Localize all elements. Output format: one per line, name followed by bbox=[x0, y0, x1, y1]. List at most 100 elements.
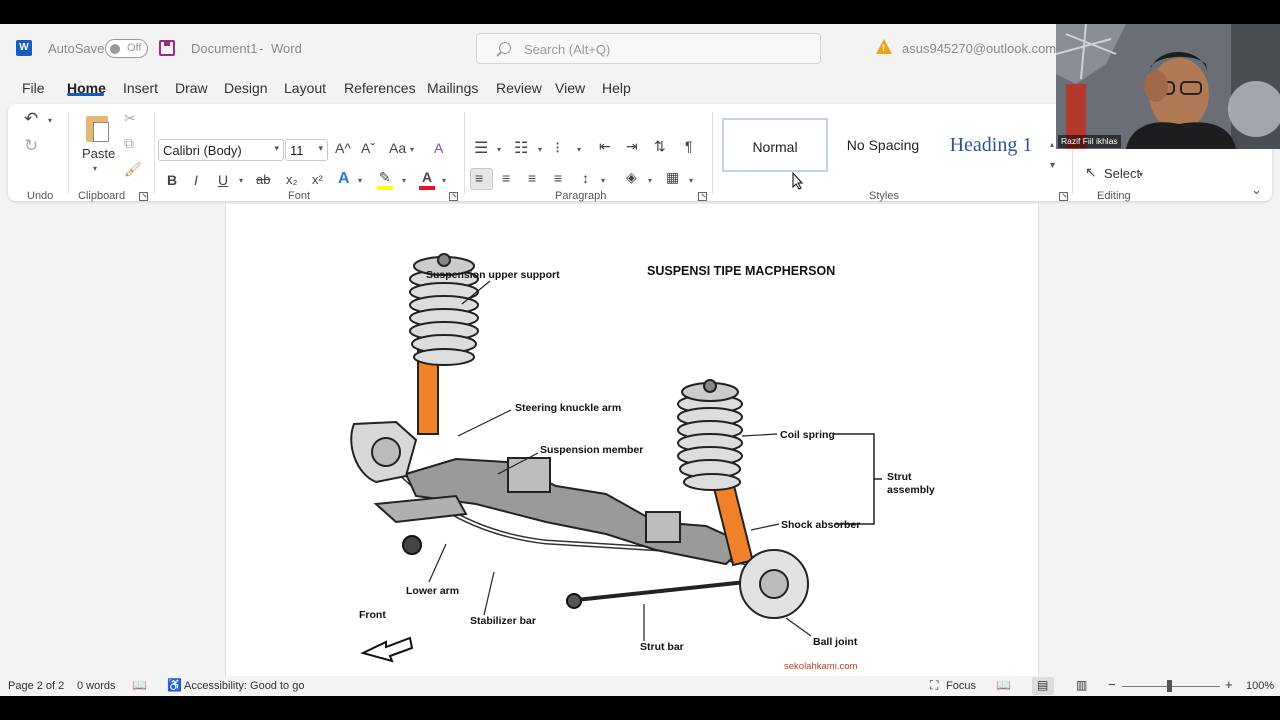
sort-icon[interactable]: ⇅ bbox=[654, 138, 666, 155]
paragraph-launcher-icon[interactable] bbox=[698, 192, 707, 201]
read-mode-icon[interactable]: 📖 bbox=[996, 678, 1011, 692]
bold-icon[interactable]: B bbox=[167, 172, 177, 188]
chevron-down-icon[interactable]: ▾ bbox=[601, 176, 605, 185]
font-color-icon[interactable]: A bbox=[422, 169, 432, 185]
chevron-down-icon[interactable]: ▾ bbox=[358, 176, 362, 185]
label-coil-spring: Coil spring bbox=[780, 429, 835, 441]
multilevel-list-icon[interactable]: ⁝ bbox=[555, 138, 560, 158]
paragraph-group-label: Paragraph bbox=[555, 190, 607, 202]
styles-scroll-up-icon[interactable]: ▴ bbox=[1050, 140, 1054, 149]
select-button[interactable]: Select bbox=[1104, 166, 1140, 181]
chevron-down-icon[interactable]: ▾ bbox=[577, 145, 581, 154]
chevron-down-icon[interactable]: ▾ bbox=[1139, 170, 1143, 179]
engine-mount-right bbox=[645, 511, 681, 543]
line-spacing-icon[interactable]: ↕ bbox=[582, 170, 589, 186]
format-painter-icon[interactable]: 🖌 bbox=[124, 161, 142, 178]
numbering-icon[interactable]: ☷ bbox=[514, 138, 528, 158]
redo-icon[interactable]: ↻ bbox=[24, 136, 38, 156]
divider bbox=[464, 112, 465, 194]
proofing-icon[interactable]: 📖 bbox=[132, 678, 147, 692]
undo-icon[interactable]: ↶ bbox=[24, 109, 38, 129]
page-count[interactable]: Page 2 of 2 bbox=[8, 680, 64, 692]
change-case-icon[interactable]: Aa bbox=[389, 140, 406, 156]
focus-button[interactable]: Focus bbox=[946, 680, 976, 692]
styles-more-icon[interactable]: ▾ bbox=[1050, 160, 1055, 171]
chevron-down-icon[interactable]: ▾ bbox=[402, 176, 406, 185]
clipboard-launcher-icon[interactable] bbox=[139, 192, 148, 201]
tab-view[interactable]: View bbox=[555, 80, 585, 96]
document-page[interactable]: SUSPENSI TIPE MACPHERSON Suspension uppe… bbox=[225, 204, 1039, 676]
copy-icon[interactable]: ⧉ bbox=[124, 135, 134, 152]
paste-icon[interactable] bbox=[84, 112, 110, 142]
save-icon[interactable] bbox=[159, 40, 175, 56]
style-no-spacing[interactable]: No Spacing bbox=[834, 118, 932, 172]
superscript-icon[interactable]: x² bbox=[312, 172, 323, 187]
tab-references[interactable]: References bbox=[344, 80, 416, 96]
tab-review[interactable]: Review bbox=[496, 80, 542, 96]
chevron-down-icon[interactable]: ▾ bbox=[239, 176, 243, 185]
font-launcher-icon[interactable] bbox=[449, 192, 458, 201]
zoom-out-icon[interactable]: − bbox=[1108, 677, 1116, 692]
tab-file[interactable]: File bbox=[22, 80, 45, 96]
tab-layout[interactable]: Layout bbox=[284, 80, 326, 96]
tab-help[interactable]: Help bbox=[602, 80, 631, 96]
chevron-down-icon[interactable]: ▾ bbox=[497, 145, 501, 154]
tab-insert[interactable]: Insert bbox=[123, 80, 158, 96]
increase-indent-icon[interactable]: ⇥ bbox=[626, 138, 638, 155]
decrease-indent-icon[interactable]: ⇤ bbox=[599, 138, 611, 155]
accessibility-icon[interactable]: ♿ bbox=[167, 678, 182, 692]
show-marks-icon[interactable]: ¶ bbox=[685, 138, 693, 154]
tab-draw[interactable]: Draw bbox=[175, 80, 208, 96]
grow-font-icon[interactable]: A^ bbox=[335, 140, 351, 156]
text-effects-icon[interactable]: A bbox=[338, 170, 350, 188]
styles-launcher-icon[interactable] bbox=[1059, 192, 1068, 201]
font-size-value: 11 bbox=[290, 143, 304, 158]
account-email[interactable]: asus945270@outlook.com bbox=[902, 41, 1056, 56]
mouse-cursor-icon bbox=[792, 172, 804, 190]
style-normal[interactable]: Normal bbox=[722, 118, 828, 172]
diagram-title: SUSPENSI TIPE MACPHERSON bbox=[647, 264, 835, 278]
font-size-combo[interactable]: 11 ▾ bbox=[285, 139, 328, 161]
label-strut-bar: Strut bar bbox=[640, 641, 684, 653]
web-layout-icon[interactable]: ▥ bbox=[1076, 678, 1087, 692]
participant-name: Razif Fiil ikhlas bbox=[1058, 135, 1121, 148]
paste-label[interactable]: Paste bbox=[82, 146, 115, 161]
tab-mailings[interactable]: Mailings bbox=[427, 80, 478, 96]
align-right-icon[interactable]: ≡ bbox=[528, 170, 536, 186]
search-box[interactable]: Search (Alt+Q) bbox=[476, 33, 821, 64]
underline-icon[interactable]: U bbox=[218, 172, 228, 188]
focus-icon[interactable]: ⛶ bbox=[930, 678, 938, 693]
tab-design[interactable]: Design bbox=[224, 80, 268, 96]
chevron-down-icon[interactable]: ▾ bbox=[689, 176, 693, 185]
clipboard-group-label: Clipboard bbox=[78, 190, 126, 202]
collapse-ribbon-icon[interactable]: ⌄ bbox=[1251, 182, 1262, 198]
italic-icon[interactable]: I bbox=[194, 172, 198, 188]
cut-icon[interactable]: ✂ bbox=[124, 110, 136, 127]
paste-dropdown-icon[interactable]: ▾ bbox=[93, 164, 97, 173]
shrink-font-icon[interactable]: Aˇ bbox=[361, 140, 375, 156]
style-heading-1[interactable]: Heading 1 bbox=[938, 118, 1044, 172]
borders-icon[interactable]: ▦ bbox=[666, 169, 679, 186]
subscript-icon[interactable]: x₂ bbox=[286, 172, 298, 187]
word-count[interactable]: 0 words bbox=[77, 680, 116, 692]
font-name-combo[interactable]: Calibri (Body) ▾ bbox=[158, 139, 284, 161]
shading-icon[interactable]: ◈ bbox=[626, 169, 637, 186]
autosave-toggle[interactable]: Off bbox=[105, 39, 148, 58]
zoom-slider-thumb[interactable] bbox=[1167, 680, 1172, 692]
justify-icon[interactable]: ≡ bbox=[554, 170, 562, 186]
chevron-down-icon[interactable]: ▾ bbox=[538, 145, 542, 154]
chevron-down-icon[interactable]: ▾ bbox=[442, 176, 446, 185]
align-center-icon[interactable]: ≡ bbox=[502, 170, 510, 186]
zoom-in-icon[interactable]: + bbox=[1225, 677, 1233, 692]
toggle-knob bbox=[110, 44, 120, 54]
chevron-down-icon[interactable]: ▾ bbox=[410, 145, 414, 154]
strikethrough-icon[interactable]: ab bbox=[256, 172, 270, 187]
clear-formatting-icon[interactable]: A bbox=[434, 140, 443, 156]
bullets-icon[interactable]: ☰ bbox=[474, 138, 488, 158]
accessibility-status[interactable]: Accessibility: Good to go bbox=[184, 680, 304, 692]
warning-icon[interactable]: ! bbox=[876, 39, 892, 54]
undo-dropdown-icon[interactable]: ▾ bbox=[48, 116, 52, 125]
chevron-down-icon[interactable]: ▾ bbox=[648, 176, 652, 185]
zoom-level[interactable]: 100% bbox=[1246, 680, 1274, 692]
highlight-icon[interactable]: ✎ bbox=[379, 169, 391, 186]
